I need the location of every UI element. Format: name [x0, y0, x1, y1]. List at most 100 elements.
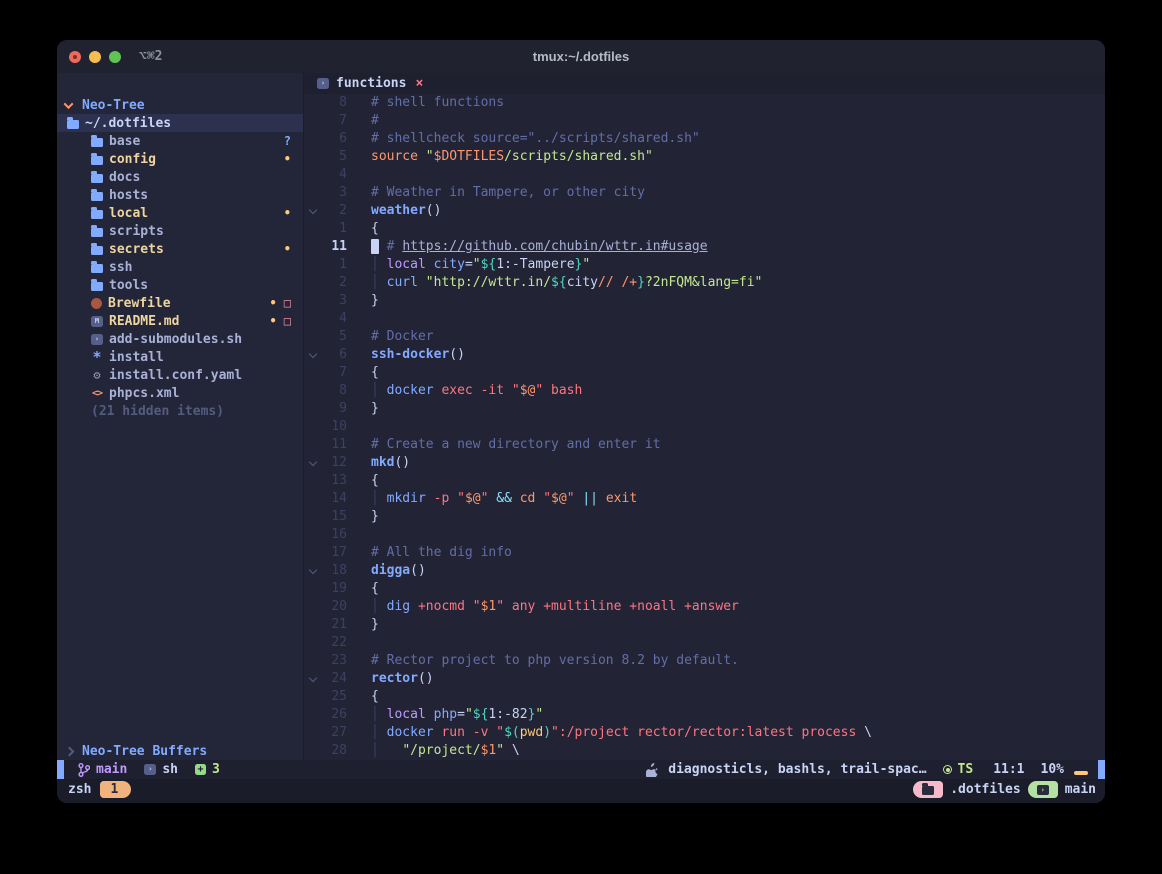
- folder-icon: [91, 138, 103, 147]
- code-line[interactable]: 27│ docker run -v "$(pwd)":/project rect…: [304, 724, 1105, 742]
- line-number: 4: [339, 166, 347, 184]
- code-line[interactable]: 1│ local city="${1:-Tampere}": [304, 256, 1105, 274]
- code-line[interactable]: 3}: [304, 292, 1105, 310]
- code-line[interactable]: 2│ curl "http://wttr.in/${city// /+}?2nF…: [304, 274, 1105, 292]
- editor: › functions × 8# shell functions7#6# she…: [304, 73, 1105, 760]
- code-line[interactable]: 11# Create a new directory and enter it: [304, 436, 1105, 454]
- code-line[interactable]: 24rector(): [304, 670, 1105, 688]
- code-line[interactable]: 5# Docker: [304, 328, 1105, 346]
- fold-chevron-icon[interactable]: [309, 206, 317, 214]
- close-button[interactable]: [69, 51, 81, 63]
- line-number: 15: [331, 508, 347, 526]
- code-token: ": [535, 707, 543, 722]
- fold-chevron-icon[interactable]: [309, 350, 317, 358]
- apple-icon: [646, 763, 658, 777]
- gear-icon: ⚙: [91, 369, 103, 381]
- code-line[interactable]: 15}: [304, 508, 1105, 526]
- code-token: ": [426, 149, 434, 164]
- code-line[interactable]: 20│ dig +nocmd "$1" any +multiline +noal…: [304, 598, 1105, 616]
- code-line[interactable]: 6# shellcheck source="../scripts/shared.…: [304, 130, 1105, 148]
- tree-item-config[interactable]: config•: [57, 150, 303, 168]
- tree-item-brewfile[interactable]: Brewfile•□: [57, 294, 303, 312]
- tree-item-local[interactable]: local•: [57, 204, 303, 222]
- tree-item-add-submodules-sh[interactable]: ›add-submodules.sh: [57, 330, 303, 348]
- code-line[interactable]: 25{: [304, 688, 1105, 706]
- code-line[interactable]: 13{: [304, 472, 1105, 490]
- code-token: }: [371, 401, 379, 416]
- terminal-icon: ›: [1037, 785, 1049, 795]
- tmux-window-badge[interactable]: 1: [100, 781, 131, 798]
- neotree-header[interactable]: Neo-Tree: [57, 96, 303, 114]
- code-line[interactable]: 22: [304, 634, 1105, 652]
- tree-item-hosts[interactable]: hosts: [57, 186, 303, 204]
- tree-item-readme-md[interactable]: MREADME.md•□: [57, 312, 303, 330]
- code-token: " bash: [535, 383, 582, 398]
- tree-item-base[interactable]: base?: [57, 132, 303, 150]
- code-token: # Weather in Tampere, or other city: [371, 185, 645, 200]
- fold-chevron-icon[interactable]: [309, 458, 317, 466]
- tree-item-label: docs: [109, 170, 140, 185]
- code-line[interactable]: 5source "$DOTFILES/scripts/shared.sh": [304, 148, 1105, 166]
- tree-item-label: add-submodules.sh: [109, 332, 242, 347]
- zoom-button[interactable]: [109, 51, 121, 63]
- code-line[interactable]: 3# Weather in Tampere, or other city: [304, 184, 1105, 202]
- code-token: (): [410, 563, 426, 578]
- tree-item-ssh[interactable]: ssh: [57, 258, 303, 276]
- code-line[interactable]: 17# All the dig info: [304, 544, 1105, 562]
- code-line[interactable]: 23# Rector project to php version 8.2 by…: [304, 652, 1105, 670]
- brew-icon: [91, 298, 102, 309]
- code-token: $1: [481, 743, 497, 758]
- code-token: ": [473, 257, 481, 272]
- tree-item-scripts[interactable]: scripts: [57, 222, 303, 240]
- code-line[interactable]: 11 # https://github.com/chubin/wttr.in#u…: [304, 238, 1105, 256]
- line-number: 18: [331, 562, 347, 580]
- gutter: 5: [304, 148, 371, 166]
- minimize-button[interactable]: [89, 51, 101, 63]
- tree-item-secrets[interactable]: secrets•: [57, 240, 303, 258]
- neotree-buffers-header[interactable]: Neo-Tree Buffers: [57, 742, 303, 760]
- code-line[interactable]: 7{: [304, 364, 1105, 382]
- tree-item-install-conf-yaml[interactable]: ⚙install.conf.yaml: [57, 366, 303, 384]
- fold-chevron-icon[interactable]: [309, 566, 317, 574]
- code-line[interactable]: 10: [304, 418, 1105, 436]
- tree-item-tools[interactable]: tools: [57, 276, 303, 294]
- code-line[interactable]: 8# shell functions: [304, 94, 1105, 112]
- tree-item-install[interactable]: *install: [57, 348, 303, 366]
- code-line[interactable]: 4: [304, 166, 1105, 184]
- tree-item--21-hidden-items-[interactable]: (21 hidden items): [57, 402, 303, 420]
- code-area[interactable]: 8# shell functions7#6# shellcheck source…: [304, 94, 1105, 760]
- code-line[interactable]: 16: [304, 526, 1105, 544]
- git-status-markers: •□: [270, 314, 291, 328]
- tree-item-docs[interactable]: docs: [57, 168, 303, 186]
- code-line[interactable]: 26│ local php="${1:-82}": [304, 706, 1105, 724]
- window-shortcut: ⌥⌘2: [139, 49, 162, 64]
- code-line[interactable]: 2weather(): [304, 202, 1105, 220]
- tree-item-phpcs-xml[interactable]: <>phpcs.xml: [57, 384, 303, 402]
- code-line[interactable]: 19{: [304, 580, 1105, 598]
- code-line[interactable]: 12mkd(): [304, 454, 1105, 472]
- code-line[interactable]: 8│ docker exec -it "$@" bash: [304, 382, 1105, 400]
- tab-close-icon[interactable]: ×: [415, 76, 423, 91]
- code-line[interactable]: 18 digga(): [304, 562, 1105, 580]
- code-line[interactable]: 4: [304, 310, 1105, 328]
- gutter: 6: [304, 130, 371, 148]
- tree-item--dotfiles[interactable]: ~/.dotfiles: [57, 114, 303, 132]
- code-line[interactable]: 1{: [304, 220, 1105, 238]
- gutter: 8: [304, 382, 371, 400]
- code-line[interactable]: 28│ "/project/$1" \: [304, 742, 1105, 760]
- code-line[interactable]: 6ssh-docker(): [304, 346, 1105, 364]
- code-token: php: [434, 707, 457, 722]
- code-line[interactable]: 9}: [304, 400, 1105, 418]
- code-line[interactable]: 7#: [304, 112, 1105, 130]
- code-line[interactable]: 14│ mkdir -p "$@" && cd "$@" || exit: [304, 490, 1105, 508]
- line-number: 12: [331, 454, 347, 472]
- code-text: # shell functions: [371, 94, 504, 112]
- tab-functions[interactable]: functions: [336, 76, 406, 91]
- gutter: 12: [304, 454, 371, 472]
- code-line[interactable]: 21}: [304, 616, 1105, 634]
- gutter: 4: [304, 310, 371, 328]
- code-token: [379, 257, 387, 272]
- fold-chevron-icon[interactable]: [309, 674, 317, 682]
- code-text: digga(): [371, 562, 426, 580]
- code-token: ": [496, 743, 504, 758]
